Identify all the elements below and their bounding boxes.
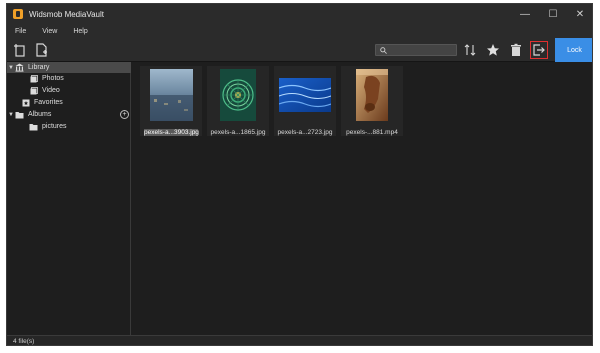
file-name: pexels-a...3903.jpg [144,129,199,136]
toolbar: Lock [7,38,592,62]
window-title: Widsmob MediaVault [29,9,104,19]
search-box[interactable] [375,44,457,56]
favorite-button[interactable] [484,41,502,59]
minimize-button[interactable]: — [511,4,539,24]
trash-icon [511,43,521,56]
favorites-icon [21,98,30,107]
mandala-photo-thumbnail [220,69,256,121]
sidebar-item-label: Library [28,64,50,71]
video-icon [29,86,38,95]
app-window: Widsmob MediaVault — ☐ ✕ File View Help [6,3,593,346]
file-name: pexels-a...2723.jpg [277,129,333,136]
title-bar: Widsmob MediaVault — ☐ ✕ [7,4,592,24]
menu-bar: File View Help [7,24,592,38]
folder-icon [29,122,38,131]
library-icon [15,63,24,72]
sidebar-item-label: Favorites [34,99,63,106]
app-logo-icon [13,9,23,19]
import-folder-icon [36,43,47,57]
thumbnail[interactable] [145,69,197,121]
add-album-button[interactable]: + [120,110,129,119]
status-bar: 4 file(s) [7,335,592,345]
sidebar-item-albums[interactable]: ▼ Albums [7,109,131,120]
import-file-icon [14,44,25,57]
thumbnail[interactable] [212,69,264,121]
sidebar-item-label: pictures [42,123,67,130]
media-item[interactable]: pexels-a...3903.jpg [140,66,202,136]
lock-button[interactable]: Lock [555,38,592,62]
close-button[interactable]: ✕ [566,4,592,24]
file-name: pexels-a...1865.jpg [210,129,266,136]
sidebar-item-photos[interactable]: Photos [7,73,131,84]
horse-video-thumbnail [356,69,388,121]
export-icon [533,44,545,56]
import-folder-button[interactable] [33,41,51,59]
import-file-button[interactable] [11,41,29,59]
sort-button[interactable] [461,41,479,59]
search-icon [380,46,387,54]
sidebar-item-label: Photos [42,75,64,82]
menu-view[interactable]: View [42,28,57,35]
city-photo-thumbnail [149,69,193,121]
photos-icon [29,74,38,83]
export-button[interactable] [530,41,548,59]
sidebar-item-label: Albums [28,111,52,118]
menu-help[interactable]: Help [73,28,87,35]
sidebar-item-video[interactable]: Video [7,85,131,96]
file-name: pexels-...881.mp4 [346,129,398,136]
media-grid: pexels-a...3903.jpg pexels-a...1865.jpg [132,62,592,335]
media-item[interactable]: pexels-a...2723.jpg [274,66,336,136]
media-item[interactable]: pexels-a...1865.jpg [207,66,269,136]
media-item[interactable]: pexels-...881.mp4 [341,66,403,136]
thumbnail[interactable] [279,69,331,121]
search-input[interactable] [390,46,450,54]
sidebar: ▼ Library Photos Video Favorites ▼ Album… [7,62,131,335]
file-count: 4 file(s) [13,338,35,345]
sort-icon [464,44,476,56]
sidebar-item-pictures[interactable]: pictures [7,121,131,132]
menu-file[interactable]: File [15,28,26,35]
delete-button[interactable] [507,41,525,59]
folder-icon [15,110,24,119]
chevron-down-icon[interactable]: ▼ [7,65,15,71]
sidebar-item-library[interactable]: ▼ Library [7,62,131,73]
chevron-down-icon[interactable]: ▼ [7,112,15,118]
water-photo-thumbnail [279,78,331,112]
star-icon [487,44,499,56]
sidebar-item-label: Video [42,87,60,94]
thumbnail[interactable] [346,69,398,121]
sidebar-item-favorites[interactable]: Favorites [7,97,131,108]
maximize-button[interactable]: ☐ [539,4,567,24]
